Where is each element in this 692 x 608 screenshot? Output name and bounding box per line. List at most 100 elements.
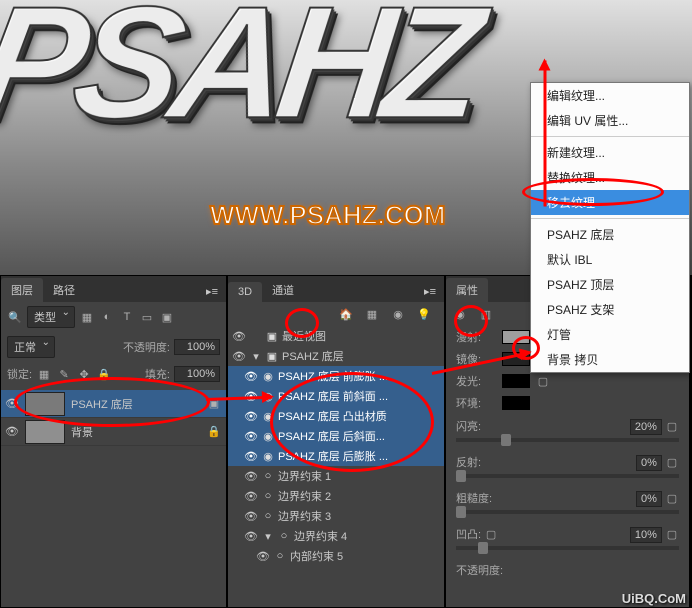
layer-3d-indicator-icon: ▣ (206, 396, 222, 412)
shine-slider[interactable] (456, 438, 679, 442)
bump-input[interactable]: 10% (630, 527, 662, 543)
tree-row[interactable]: 👁 ○ 边界约束 1 (228, 466, 444, 486)
layer-thumbnail[interactable] (25, 392, 65, 416)
texture-menu-icon[interactable]: ▢ (665, 420, 679, 433)
texture-context-menu[interactable]: 编辑纹理... 编辑 UV 属性... 新建纹理... 替换纹理... 移去纹理… (530, 82, 690, 373)
tree-row[interactable]: 👁 ○ 边界约束 2 (228, 486, 444, 506)
ctx-edit-uv[interactable]: 编辑 UV 属性... (531, 108, 689, 133)
filter-smart-icon[interactable]: ▣ (159, 309, 175, 325)
search-icon[interactable]: 🔍 (7, 309, 23, 325)
filter-mesh-icon[interactable]: ▦ (364, 306, 380, 322)
texture-menu-icon[interactable]: ▢ (536, 375, 550, 388)
tree-row[interactable]: 👁 ◉ PSAHZ 底层 后斜面... (228, 426, 444, 446)
visibility-icon[interactable]: 👁 (244, 470, 258, 483)
layer-thumbnail[interactable] (25, 420, 65, 444)
tree-row[interactable]: 👁 ▾ ○ 边界约束 4 (228, 526, 444, 546)
tree-row[interactable]: 👁 ▾ ▣ PSAHZ 底层 (228, 346, 444, 366)
glow-swatch[interactable] (502, 374, 530, 388)
rough-slider[interactable] (456, 510, 679, 514)
visibility-icon[interactable]: 👁 (244, 390, 258, 403)
bump-slider[interactable] (456, 546, 679, 550)
tab-layers[interactable]: 图层 (1, 278, 43, 302)
expander-icon[interactable]: ▾ (250, 350, 262, 363)
watermark-corner: UiBQ.CoM (622, 591, 686, 606)
rough-input[interactable]: 0% (636, 491, 662, 507)
material-icon[interactable]: ◉ (452, 306, 468, 322)
diffuse-swatch[interactable] (502, 330, 530, 344)
tree-row[interactable]: 👁 ▣ 最近视图 (228, 326, 444, 346)
ctx-edit-texture[interactable]: 编辑纹理... (531, 83, 689, 108)
filter-light-icon[interactable]: 💡 (416, 306, 432, 322)
visibility-icon[interactable]: 👁 (244, 430, 258, 443)
layer-item[interactable]: 👁 PSAHZ 底层 ▣ (1, 390, 226, 418)
tab-paths[interactable]: 路径 (43, 278, 85, 302)
visibility-icon[interactable]: 👁 (232, 350, 246, 363)
ctx-target-5[interactable]: 灯管 (531, 322, 689, 347)
specular-label: 镜像: (456, 351, 496, 367)
reflect-slider[interactable] (456, 474, 679, 478)
blend-mode-dropdown[interactable]: 正常 (7, 336, 55, 358)
ctx-separator (531, 218, 689, 219)
tree-row[interactable]: 👁 ◉ PSAHZ 底层 后膨胀 ... (228, 446, 444, 466)
filter-kind-dropdown[interactable]: 类型 (27, 306, 75, 328)
ctx-replace-texture[interactable]: 替换纹理... (531, 165, 689, 190)
specular-swatch[interactable] (502, 352, 530, 366)
fill-input[interactable]: 100% (174, 366, 220, 382)
tab-properties[interactable]: 属性 (446, 278, 488, 302)
ctx-target-6[interactable]: 背景 拷贝 (531, 347, 689, 372)
reflect-input[interactable]: 0% (636, 455, 662, 471)
ctx-target-3[interactable]: PSAHZ 顶层 (531, 272, 689, 297)
expander-icon[interactable]: ▾ (262, 530, 274, 543)
filter-adjust-icon[interactable]: ◐ (99, 309, 115, 325)
texture-menu-icon[interactable]: ▢ (665, 456, 679, 469)
material-icon: ◉ (262, 410, 274, 423)
filter-pixel-icon[interactable]: ▦ (79, 309, 95, 325)
visibility-icon[interactable]: 👁 (256, 550, 270, 563)
ambient-swatch[interactable] (502, 396, 530, 410)
visibility-icon[interactable]: 👁 (232, 330, 246, 343)
visibility-icon[interactable]: 👁 (244, 410, 258, 423)
tree-row[interactable]: 👁 ◉ PSAHZ 底层 凸出材质 (228, 406, 444, 426)
tab-channels[interactable]: 通道 (262, 278, 304, 302)
lock-all-icon[interactable]: 🔒 (96, 366, 112, 382)
filter-shape-icon[interactable]: ▭ (139, 309, 155, 325)
ctx-target-1[interactable]: PSAHZ 底层 (531, 222, 689, 247)
panel-menu-button[interactable]: ▸≡ (416, 281, 444, 302)
texture-menu-icon[interactable]: ▢ (665, 528, 679, 541)
tree-row[interactable]: 👁 ○ 边界约束 3 (228, 506, 444, 526)
visibility-icon[interactable]: 👁 (244, 370, 258, 383)
visibility-icon[interactable]: 👁 (244, 450, 258, 463)
filter-scene-icon[interactable]: 🏠 (338, 306, 354, 322)
filter-material-icon[interactable]: ◉ (390, 306, 406, 322)
visibility-icon[interactable]: 👁 (244, 530, 258, 543)
opacity-input[interactable]: 100% (174, 339, 220, 355)
shine-input[interactable]: 20% (630, 419, 662, 435)
tree-row[interactable]: 👁 ◉ PSAHZ 底层 前膨胀 ... (228, 366, 444, 386)
layers-panel: 图层 路径 ▸≡ 🔍 类型 ▦ ◐ T ▭ ▣ 正常 不透明度: 100% 锁定… (0, 275, 227, 608)
ctx-remove-texture[interactable]: 移去纹理 (531, 190, 689, 215)
ctx-new-texture[interactable]: 新建纹理... (531, 140, 689, 165)
layer-item[interactable]: 👁 背景 🔒 (1, 418, 226, 446)
tree-row[interactable]: 👁 ◉ PSAHZ 底层 前斜面 ... (228, 386, 444, 406)
visibility-icon[interactable]: 👁 (244, 510, 258, 523)
tab-3d[interactable]: 3D (228, 282, 262, 302)
opacity-label: 不透明度: (123, 339, 170, 355)
ambient-label: 环境: (456, 395, 496, 411)
ctx-target-4[interactable]: PSAHZ 支架 (531, 297, 689, 322)
panel-menu-button[interactable]: ▸≡ (198, 281, 226, 302)
visibility-icon[interactable]: 👁 (244, 490, 258, 503)
lock-pixels-icon[interactable]: ▦ (36, 366, 52, 382)
ctx-target-2[interactable]: 默认 IBL (531, 247, 689, 272)
lock-position-icon[interactable]: ✥ (76, 366, 92, 382)
visibility-icon[interactable]: 👁 (5, 397, 19, 410)
visibility-icon[interactable]: 👁 (5, 425, 19, 438)
mesh-icon[interactable]: ▥ (478, 306, 494, 322)
texture-menu-icon[interactable]: ▢ (665, 492, 679, 505)
texture-menu-icon[interactable]: ▢ (484, 528, 498, 541)
tree-item-label: 边界约束 3 (278, 508, 331, 524)
tree-item-label: PSAHZ 底层 后斜面... (278, 428, 385, 444)
filter-type-icon[interactable]: T (119, 309, 135, 325)
lock-brush-icon[interactable]: ✎ (56, 366, 72, 382)
glow-label: 发光: (456, 373, 496, 389)
tree-row[interactable]: 👁 ○ 内部约束 5 (228, 546, 444, 566)
